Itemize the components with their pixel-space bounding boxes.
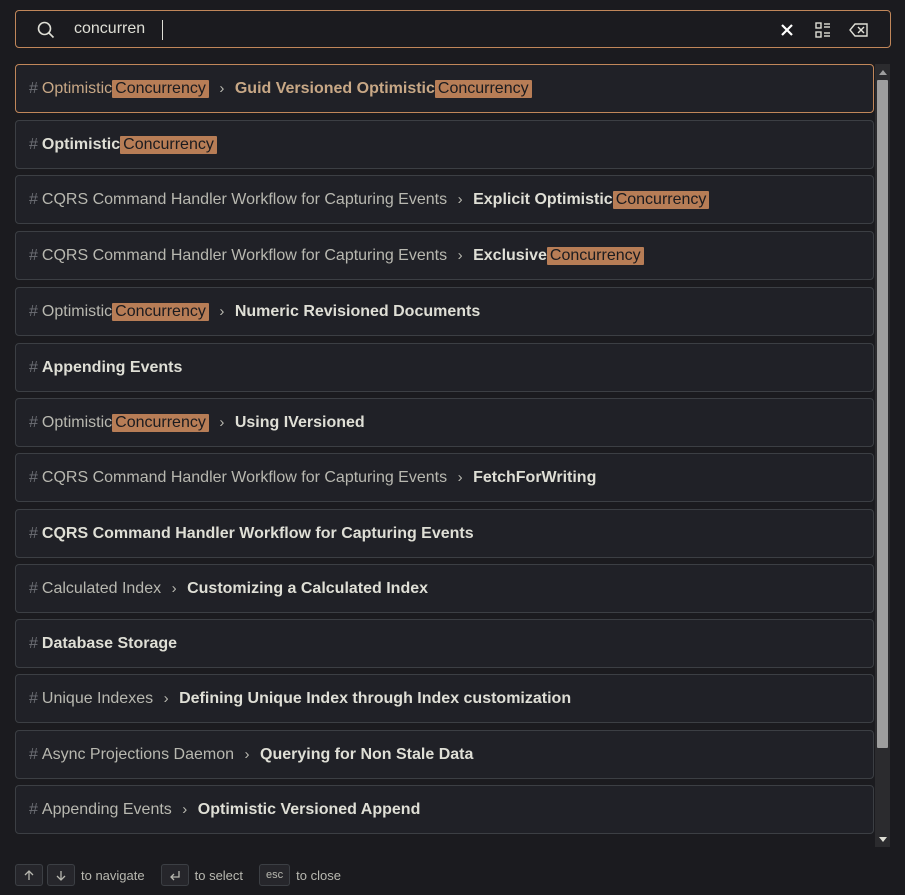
hash-icon: # (29, 358, 38, 376)
result-parent-title: Unique Indexes (41, 689, 154, 707)
chevron-right-icon: › (163, 690, 169, 707)
result-parent-title: CQRS Command Handler Workflow for Captur… (41, 190, 448, 208)
chevron-right-icon: › (219, 80, 225, 97)
result-parent-title: Optimistic (41, 413, 113, 431)
match-highlight: Concurrency (112, 413, 209, 432)
clear-search-button[interactable] (776, 19, 798, 41)
match-highlight: Concurrency (112, 79, 209, 98)
result-parent-title: Async Projections Daemon (41, 745, 234, 763)
result-child-title: FetchForWriting (473, 468, 597, 486)
chevron-right-icon: › (457, 191, 463, 208)
search-input[interactable] (74, 15, 754, 43)
result-title: CQRS Command Handler Workflow for Captur… (41, 524, 474, 542)
chevron-right-icon: › (219, 303, 225, 320)
chevron-right-icon: › (219, 414, 225, 431)
result-parent-title: Calculated Index (41, 579, 162, 597)
hash-icon: # (29, 302, 38, 320)
search-result-item[interactable]: # Optimistic Concurrency (15, 120, 874, 169)
result-parent-title: Optimistic (41, 79, 113, 97)
match-highlight: Concurrency (120, 135, 217, 154)
result-parent-title: CQRS Command Handler Workflow for Captur… (41, 246, 448, 264)
search-result-item[interactable]: # CQRS Command Handler Workflow for Captu… (15, 509, 874, 558)
search-result-item[interactable]: # Unique Indexes › Defining Unique Index th… (15, 674, 874, 723)
enter-key-icon (160, 864, 189, 886)
hash-icon: # (29, 413, 38, 431)
result-title: Optimistic (41, 135, 121, 153)
scroll-down-arrow-icon[interactable] (875, 833, 890, 845)
match-highlight: Concurrency (112, 302, 209, 321)
reset-search-button[interactable] (848, 19, 870, 41)
result-child-title: Numeric Revisioned Documents (234, 302, 481, 320)
search-result-item[interactable]: # CQRS Command Handler Workflow for Captu… (15, 453, 874, 502)
hash-icon: # (29, 468, 38, 486)
hash-icon: # (29, 689, 38, 707)
hash-icon: # (29, 634, 38, 652)
hash-icon: # (29, 579, 38, 597)
backspace-icon (849, 23, 868, 37)
hash-icon: # (29, 135, 38, 153)
result-child-title: Querying for Non Stale Data (260, 745, 474, 763)
chevron-right-icon: › (457, 469, 463, 486)
hash-icon: # (29, 524, 38, 542)
search-result-item[interactable]: # Optimistic Concurrency › Using IVersioned (15, 398, 874, 447)
result-child-title: Using IVersioned (234, 413, 365, 431)
result-child-title: Optimistic Versioned Append (197, 800, 421, 818)
match-highlight: Concurrency (612, 190, 710, 209)
search-result-item[interactable]: # Calculated Index › Customizing a Calculat… (15, 564, 874, 613)
search-result-item[interactable]: # Optimistic Concurrency › Guid Versioned O… (15, 64, 874, 113)
hash-icon: # (29, 246, 38, 264)
scrollbar[interactable] (875, 64, 890, 847)
list-detail-icon (815, 22, 830, 38)
chevron-right-icon: › (457, 247, 463, 264)
search-result-item[interactable]: # Async Projections Daemon › Querying for N… (15, 730, 874, 779)
result-parent-title: Optimistic (41, 302, 113, 320)
search-result-item[interactable]: # Optimistic Concurrency › Numeric Revision… (15, 287, 874, 336)
close-hint: to close (296, 867, 341, 883)
search-result-item[interactable]: # Database Storage (15, 619, 874, 668)
match-highlight: Concurrency (546, 246, 644, 265)
navigate-hint: to navigate (81, 867, 145, 883)
search-icon (36, 20, 56, 40)
search-result-item[interactable]: # CQRS Command Handler Workflow for Captu… (15, 175, 874, 224)
chevron-right-icon: › (182, 801, 188, 818)
select-hint: to select (194, 867, 244, 883)
chevron-right-icon: › (244, 746, 250, 763)
hash-icon: # (29, 800, 38, 818)
chevron-right-icon: › (171, 580, 177, 597)
search-result-item[interactable]: # CQRS Command Handler Workflow for Captu… (15, 231, 874, 280)
scroll-up-arrow-icon[interactable] (875, 66, 890, 78)
search-result-item[interactable]: # Appending Events › Optimistic Versioned A… (15, 785, 874, 834)
search-results-list: # Optimistic Concurrency › Guid Versioned O… (15, 64, 874, 845)
result-parent-title: CQRS Command Handler Workflow for Captur… (41, 468, 448, 486)
scrollbar-thumb[interactable] (877, 80, 888, 748)
result-parent-title: Appending Events (41, 800, 172, 818)
hash-icon: # (29, 745, 38, 763)
result-title: Appending Events (41, 358, 183, 376)
search-bar (15, 10, 891, 48)
result-title: Database Storage (41, 634, 178, 652)
result-child-title: Guid Versioned Optimistic (234, 79, 435, 97)
keyboard-hints: to navigate to select esc to close (15, 862, 357, 888)
result-child-title: Customizing a Calculated Index (187, 579, 429, 597)
arrow-down-key-icon (47, 864, 75, 886)
result-child-title: Defining Unique Index through Index cust… (179, 689, 572, 707)
hash-icon: # (29, 79, 38, 97)
text-caret (162, 20, 163, 40)
search-result-item[interactable]: # Appending Events (15, 343, 874, 392)
close-icon (781, 24, 793, 36)
hash-icon: # (29, 190, 38, 208)
match-highlight: Concurrency (434, 79, 532, 98)
result-child-title: Explicit Optimistic (473, 190, 613, 208)
toggle-detail-view-button[interactable] (812, 19, 834, 41)
result-child-title: Exclusive (473, 246, 547, 264)
arrow-up-key-icon (15, 864, 43, 886)
esc-key: esc (259, 864, 291, 886)
